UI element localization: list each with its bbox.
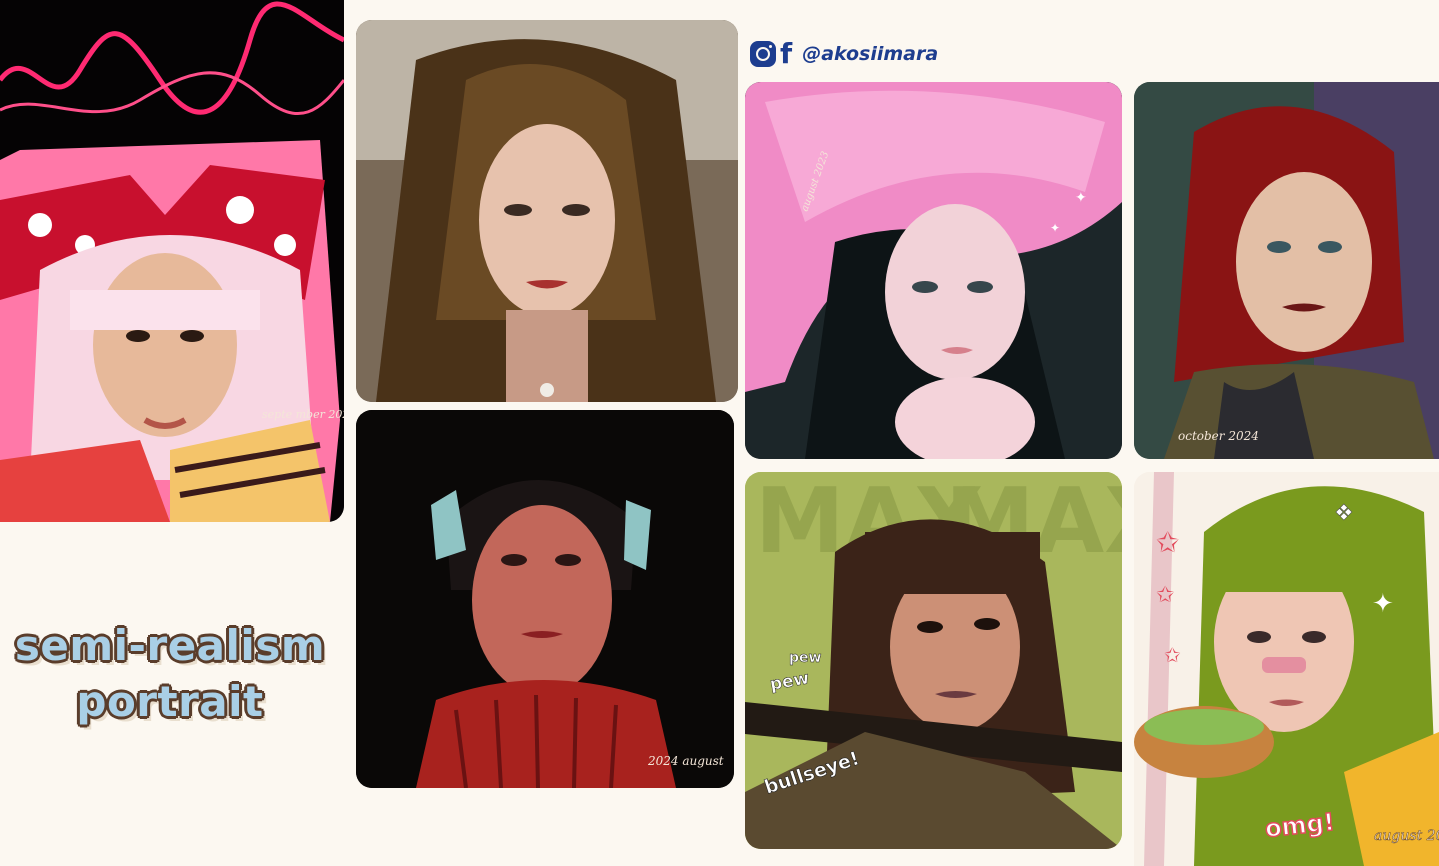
title-line-1: semi-realism xyxy=(14,621,326,670)
signature-dark-portrait: 2024 august xyxy=(647,754,724,768)
instagram-icon[interactable] xyxy=(750,41,776,67)
artwork-burger: ✩ ✩ ✩ omg! august 202 ❖ ✦ xyxy=(1134,472,1439,866)
svg-text:✩: ✩ xyxy=(1156,583,1174,608)
signature-pink-bow: septe mber 2023 xyxy=(262,408,344,421)
facebook-icon[interactable]: f xyxy=(780,40,792,68)
social-handle[interactable]: @akosiimara xyxy=(802,43,938,65)
social-handle-bar: f @akosiimara xyxy=(750,38,938,70)
svg-text:✦: ✦ xyxy=(1075,190,1087,206)
svg-text:✦: ✦ xyxy=(1372,589,1394,619)
artwork-pink-hat: ✦ ✦ august 2023 xyxy=(745,82,1122,459)
svg-text:❖: ❖ xyxy=(1334,501,1354,526)
title-line-2: portrait xyxy=(76,677,264,726)
signature-burger: august 202 xyxy=(1374,828,1439,844)
svg-text:✦: ✦ xyxy=(1050,221,1060,235)
artwork-brown-hair xyxy=(356,20,738,402)
artwork-dark-portrait: 2024 august xyxy=(356,410,734,788)
page-title: semi-realism portrait xyxy=(0,618,340,730)
artwork-sniper: MAX MAX pew pew bullseye! xyxy=(745,472,1122,849)
svg-text:✩: ✩ xyxy=(1164,643,1181,667)
sniper-text-1: pew xyxy=(789,650,822,666)
signature-red-hair: october 2024 xyxy=(1178,429,1259,443)
artwork-red-hair: october 2024 xyxy=(1134,82,1439,459)
artwork-pink-bow: septe mber 2023 xyxy=(0,0,344,522)
svg-text:✩: ✩ xyxy=(1156,526,1179,559)
